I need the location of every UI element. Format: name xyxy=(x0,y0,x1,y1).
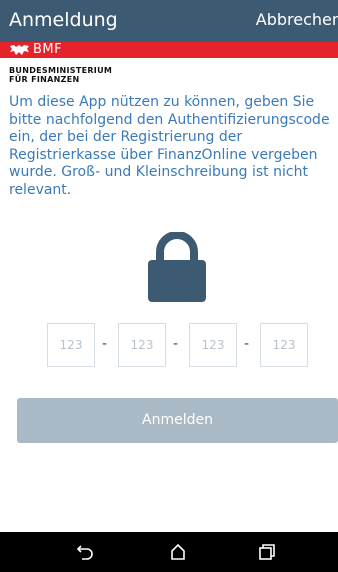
ministry-line-1: BUNDESMINISTERIUM xyxy=(9,66,113,75)
bmf-brand-bar: BMF xyxy=(0,42,338,58)
lock-icon xyxy=(148,232,206,302)
code-separator: - xyxy=(244,336,250,352)
code-separator: - xyxy=(173,336,179,352)
home-icon[interactable] xyxy=(169,543,187,561)
login-button[interactable]: Anmelden xyxy=(17,398,338,443)
page-title: Anmeldung xyxy=(9,9,118,31)
code-field-2[interactable] xyxy=(118,323,166,367)
code-field-3[interactable] xyxy=(189,323,237,367)
app-header: Anmeldung Abbrechen xyxy=(0,0,338,42)
cancel-button[interactable]: Abbrechen xyxy=(256,10,338,30)
android-nav-bar xyxy=(0,532,338,572)
recents-icon[interactable] xyxy=(258,543,276,561)
bmf-logo-text: BMF xyxy=(33,42,63,57)
eagle-emblem-icon xyxy=(10,45,29,55)
back-icon[interactable] xyxy=(76,543,94,561)
code-field-4[interactable] xyxy=(260,323,308,367)
ministry-name: BUNDESMINISTERIUM FÜR FINANZEN xyxy=(9,66,209,84)
ministry-line-2: FÜR FINANZEN xyxy=(9,75,80,84)
code-field-1[interactable] xyxy=(47,323,95,367)
code-separator: - xyxy=(102,336,108,352)
intro-text: Um diese App nützen zu können, geben Sie… xyxy=(9,94,330,198)
auth-code-fields: - - - xyxy=(0,323,338,367)
